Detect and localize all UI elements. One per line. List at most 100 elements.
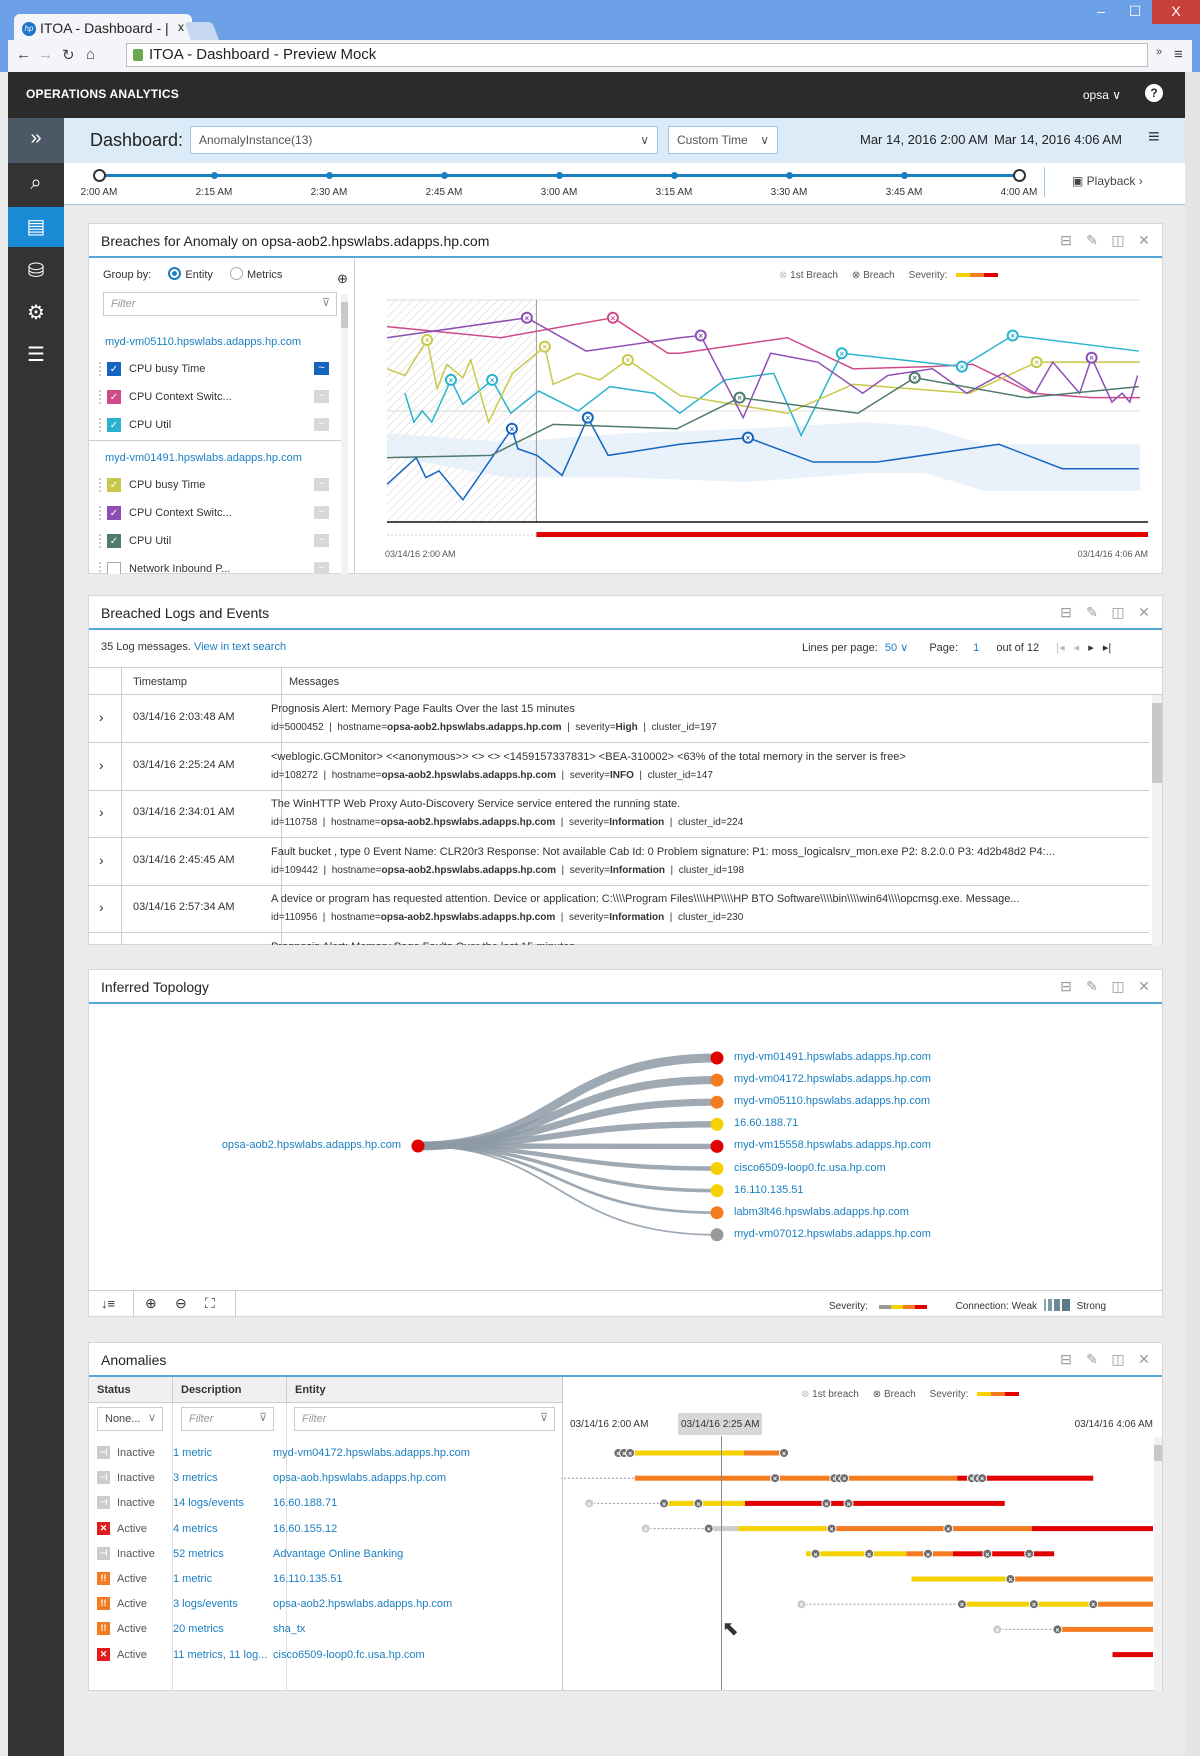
breach-marker[interactable]: ×: [1030, 356, 1043, 369]
log-row[interactable]: Prognosis Alert: Memory Page Faults Over…: [89, 933, 1149, 945]
first-breach-marker[interactable]: ×: [992, 1624, 1003, 1635]
breach-marker[interactable]: ×: [659, 1498, 670, 1509]
anomaly-entity-link[interactable]: 16.60.155.12: [273, 1523, 337, 1535]
anomaly-description-link[interactable]: 4 metrics: [173, 1523, 218, 1535]
anomaly-description-link[interactable]: 20 metrics: [173, 1623, 224, 1635]
close-icon[interactable]: ✕: [1136, 604, 1152, 621]
drag-handle-icon[interactable]: [99, 478, 101, 492]
anomaly-description-link[interactable]: 11 metrics, 11 log...: [173, 1649, 267, 1661]
metric-checkbox[interactable]: ✓: [107, 390, 121, 404]
log-row[interactable]: › 03/14/16 2:03:48 AM Prognosis Alert: Mem…: [89, 695, 1149, 743]
anomaly-row[interactable]: !! Active 3 logs/events opsa-aob2.hpswlabs.…: [89, 1592, 562, 1620]
topology-node[interactable]: [710, 1206, 724, 1220]
metric-item[interactable]: ✓ CPU Context Switc... ~: [99, 388, 329, 408]
log-row[interactable]: › 03/14/16 2:25:24 AM <weblogic.GCMonitor>…: [89, 742, 1149, 791]
lines-per-page-select[interactable]: 50 ∨: [885, 642, 908, 654]
breach-marker[interactable]: ×: [835, 347, 848, 360]
description-filter-input[interactable]: Filter ⊽: [181, 1407, 274, 1431]
sidebar-search-icon[interactable]: ⌕: [8, 163, 64, 203]
close-icon[interactable]: ✕: [1136, 1351, 1152, 1368]
topology-node[interactable]: [710, 1117, 724, 1131]
anomaly-entity-link[interactable]: Advantage Online Banking: [273, 1548, 403, 1560]
breach-marker[interactable]: ×: [923, 1548, 934, 1559]
view-text-search-link[interactable]: View in text search: [194, 641, 286, 653]
breach-marker[interactable]: ×: [843, 1498, 854, 1509]
anomaly-timeline[interactable]: ××××××××××××××××××××××××××××××××: [561, 1436, 1153, 1690]
metric-checkbox[interactable]: ✓: [107, 506, 121, 520]
metric-item[interactable]: Network Inbound P... ~: [99, 560, 329, 574]
anomaly-entity-link[interactable]: opsa-aob2.hpswlabs.adapps.hp.com: [273, 1598, 452, 1610]
severity-segment[interactable]: [738, 1526, 832, 1532]
breach-marker[interactable]: ×: [956, 1599, 967, 1610]
metric-checkbox[interactable]: ✓: [107, 418, 121, 432]
severity-segment[interactable]: [744, 1500, 1005, 1506]
layout-icon[interactable]: ◫: [1110, 1351, 1126, 1368]
severity-segment[interactable]: [1032, 1526, 1153, 1532]
breach-marker[interactable]: ×: [982, 1548, 993, 1559]
close-icon[interactable]: ✕: [1136, 978, 1152, 995]
sparkline-toggle-icon[interactable]: ~: [314, 478, 329, 491]
anomaly-description-link[interactable]: 52 metrics: [173, 1548, 224, 1560]
anomaly-description-link[interactable]: 14 logs/events: [173, 1497, 244, 1509]
breach-marker[interactable]: ×: [1005, 1574, 1016, 1585]
metric-filter-input[interactable]: Filter ⊽: [103, 292, 337, 316]
entity-group-label[interactable]: myd-vm01491.hpswlabs.adapps.hp.com: [105, 452, 302, 464]
severity-segment[interactable]: [961, 1601, 1094, 1607]
start-time[interactable]: Mar 14, 2016 2:00 AM: [860, 132, 988, 147]
breach-marker[interactable]: ×: [621, 353, 634, 366]
log-row[interactable]: › 03/14/16 2:34:01 AM The WinHTTP Web Prox…: [89, 790, 1149, 839]
breach-marker[interactable]: ×: [693, 1498, 704, 1509]
radio-entity[interactable]: [168, 267, 182, 280]
sparkline-toggle-icon[interactable]: ~: [314, 534, 329, 547]
breach-marker[interactable]: ×: [955, 360, 968, 373]
timeline-cursor-label[interactable]: 03/14/16 2:25 AM: [678, 1413, 763, 1435]
metric-checkbox[interactable]: ✓: [107, 362, 121, 376]
edit-icon[interactable]: ✎: [1084, 604, 1100, 621]
breach-marker[interactable]: ×: [1006, 329, 1019, 342]
metric-item[interactable]: ✓ CPU busy Time ~: [99, 476, 329, 496]
sparkline-toggle-icon[interactable]: ~: [314, 562, 329, 574]
breach-marker[interactable]: ×: [908, 371, 921, 384]
severity-segment[interactable]: [952, 1551, 1055, 1557]
log-row[interactable]: › 03/14/16 2:45:45 AM Fault bucket , type …: [89, 837, 1149, 886]
drag-handle-icon[interactable]: [99, 362, 101, 376]
severity-segment[interactable]: [1112, 1652, 1153, 1658]
breach-marker[interactable]: ×: [486, 373, 499, 386]
playback-button[interactable]: ▣ Playback ›: [1072, 174, 1143, 188]
expand-row-icon[interactable]: ›: [99, 899, 104, 915]
first-breach-marker[interactable]: ×: [796, 1599, 807, 1610]
anomaly-row[interactable]: !! Active 20 metrics sha_tx: [89, 1617, 562, 1645]
topology-node[interactable]: [710, 1051, 724, 1065]
breach-marker[interactable]: ×: [625, 1448, 636, 1459]
sidebar-gear-icon[interactable]: ⚙: [8, 293, 64, 333]
breach-marker[interactable]: ×: [505, 422, 518, 435]
zoom-in-icon[interactable]: ⊕: [337, 271, 348, 287]
url-input[interactable]: ITOA - Dashboard - Preview Mock: [126, 43, 1148, 67]
home-icon[interactable]: ⌂: [86, 46, 95, 63]
page-input[interactable]: 1: [973, 642, 979, 654]
anomaly-row[interactable]: ⊣ Inactive 52 metrics Advantage Online Bank…: [89, 1542, 562, 1570]
topology-node-label[interactable]: 16.60.188.71: [734, 1117, 798, 1129]
metric-item[interactable]: ✓ CPU Context Switc... ~: [99, 504, 329, 524]
breach-marker[interactable]: ×: [606, 311, 619, 324]
severity-segment[interactable]: [831, 1526, 1033, 1532]
breach-marker[interactable]: ×: [1085, 351, 1098, 364]
slider-end-handle[interactable]: [1013, 169, 1026, 182]
anomaly-row[interactable]: ✕ Active 4 metrics 16.60.155.12: [89, 1517, 562, 1545]
severity-segment[interactable]: [744, 1450, 785, 1456]
time-range-select[interactable]: Custom Time ∨: [668, 126, 778, 154]
breach-marker[interactable]: ×: [733, 391, 746, 404]
topology-node[interactable]: [710, 1139, 724, 1153]
hamburger-menu-icon[interactable]: ≡: [1148, 126, 1160, 149]
reload-icon[interactable]: ↻: [62, 46, 75, 64]
breach-marker[interactable]: ×: [821, 1498, 832, 1509]
column-entity[interactable]: Entity: [295, 1384, 326, 1396]
timeline-cursor-line[interactable]: [721, 1436, 722, 1690]
severity-segment[interactable]: [664, 1500, 745, 1506]
first-breach-marker[interactable]: ×: [584, 1498, 595, 1509]
slider-start-handle[interactable]: [93, 169, 106, 182]
edit-icon[interactable]: ✎: [1084, 978, 1100, 995]
breach-marker[interactable]: ×: [826, 1523, 837, 1534]
sidebar-expand-icon[interactable]: »: [8, 118, 64, 163]
entity-filter-input[interactable]: Filter ⊽: [294, 1407, 555, 1431]
